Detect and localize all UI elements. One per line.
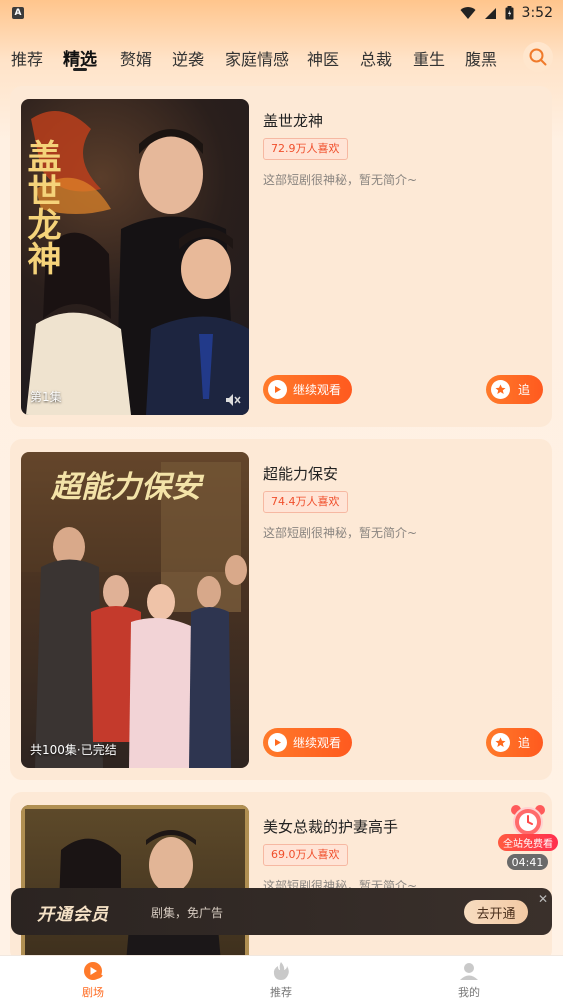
profile-icon	[460, 963, 478, 980]
nav-recommend-label: 推荐	[270, 986, 292, 999]
nav-theater-label: 剧场	[82, 986, 104, 999]
mute-icon[interactable]	[225, 393, 241, 407]
nav-theater[interactable]: 剧场	[63, 960, 123, 1000]
active-tab-indicator	[73, 68, 87, 71]
star-icon	[491, 733, 510, 752]
follow-label: 追	[518, 383, 531, 397]
bottom-nav: 剧场 推荐 我的	[0, 955, 563, 1002]
close-icon[interactable]: ✕	[538, 892, 548, 906]
drama-poster[interactable]: 超能力保安 共100集·已完结	[21, 452, 249, 768]
likes-badge: 74.4万人喜欢	[263, 491, 348, 513]
poster-artwork: 超能力保安	[21, 452, 249, 768]
follow-button[interactable]: 追	[486, 375, 543, 404]
drama-title[interactable]: 美女总裁的护妻高手	[263, 816, 398, 837]
tab-recommend[interactable]: 推荐	[11, 46, 43, 70]
drama-title[interactable]: 超能力保安	[263, 463, 338, 484]
drama-poster[interactable]	[21, 805, 249, 962]
poster-title-text: 超能力保安	[50, 470, 205, 505]
poster-artwork	[21, 805, 249, 962]
poster-artwork: 盖世龙神	[21, 111, 249, 415]
episode-caption: 共100集·已完结	[30, 743, 117, 757]
tab-doctor[interactable]: 神医	[307, 46, 339, 70]
signal-icon	[484, 7, 496, 19]
promo-timer: 04:41	[507, 854, 548, 870]
alarm-clock-icon	[511, 805, 545, 837]
drama-title[interactable]: 盖世龙神	[263, 110, 323, 131]
status-bar: A 3:52	[0, 0, 563, 26]
search-icon	[529, 48, 547, 66]
theater-icon	[84, 962, 103, 980]
open-vip-button[interactable]: 去开通	[464, 900, 528, 924]
drama-card[interactable]: 超能力保安 共100集·已完结 超能力保安 74.4万人喜欢 这部短剧很神秘，暂…	[10, 439, 552, 780]
continue-watching-label: 继续观看	[293, 736, 342, 750]
likes-badge: 72.9万人喜欢	[263, 138, 348, 160]
battery-icon	[505, 6, 514, 20]
flame-icon	[273, 962, 289, 980]
drama-card[interactable]: 盖世龙神 第1集 盖世龙神 72.9万人喜欢 这部短剧很神秘，暂无简介~ 继续观…	[10, 86, 552, 427]
tab-son-in-law[interactable]: 赘婿	[120, 46, 152, 70]
drama-card[interactable]: 美女总裁的护妻高手 69.0万人喜欢 这部短剧很神秘，暂无简介~	[10, 792, 552, 962]
free-watch-label: 全站免费看	[498, 834, 558, 851]
drama-description: 这部短剧很神秘，暂无简介~	[263, 173, 418, 187]
tab-featured[interactable]: 精选	[63, 45, 97, 70]
vip-banner[interactable]: 开通会员 剧集，免广告 去开通 ✕	[11, 888, 552, 935]
likes-badge: 69.0万人喜欢	[263, 844, 348, 866]
tab-comeback[interactable]: 逆袭	[172, 46, 204, 70]
continue-watching-button[interactable]: 继续观看	[263, 375, 352, 404]
follow-button[interactable]: 追	[486, 728, 543, 757]
nav-recommend[interactable]: 推荐	[251, 960, 311, 1000]
drama-description: 这部短剧很神秘，暂无简介~	[263, 526, 418, 540]
tab-ceo[interactable]: 总裁	[360, 46, 392, 70]
continue-watching-label: 继续观看	[293, 383, 342, 397]
tab-scheming[interactable]: 腹黑	[465, 46, 497, 70]
wifi-icon	[460, 6, 476, 19]
vip-description: 剧集，免广告	[151, 906, 224, 920]
star-icon	[491, 380, 510, 399]
free-watch-promo[interactable]: 全站免费看 04:41	[498, 803, 558, 871]
nav-profile-label: 我的	[458, 986, 480, 999]
nav-profile[interactable]: 我的	[439, 960, 499, 1000]
tab-rebirth[interactable]: 重生	[413, 46, 445, 70]
tab-family[interactable]: 家庭情感	[225, 46, 289, 70]
drama-poster[interactable]: 盖世龙神 第1集	[21, 99, 249, 415]
search-button[interactable]	[523, 42, 553, 72]
poster-title-text: 盖世龙神	[21, 139, 61, 275]
follow-label: 追	[518, 736, 531, 750]
clock: 3:52	[521, 5, 553, 21]
play-icon	[268, 380, 287, 399]
episode-caption: 第1集	[30, 390, 62, 404]
vip-logo: 开通会员	[37, 905, 109, 925]
play-icon	[268, 733, 287, 752]
continue-watching-button[interactable]: 继续观看	[263, 728, 352, 757]
app-notification-icon: A	[12, 7, 24, 19]
